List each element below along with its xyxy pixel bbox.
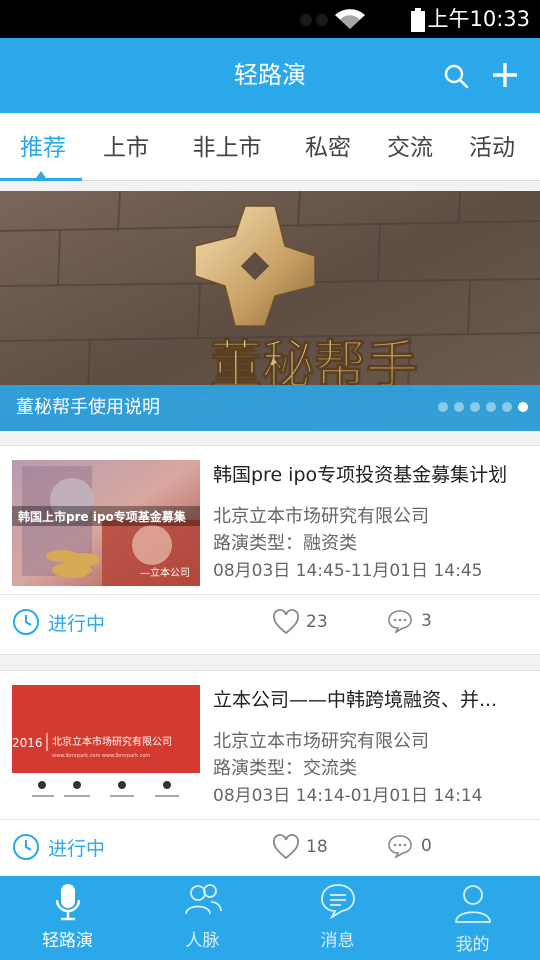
tab-exchange[interactable]: 交流: [370, 113, 450, 181]
nav-roadshow[interactable]: 轻路演: [0, 876, 135, 960]
thumb-year: 2016: [12, 736, 43, 750]
carousel-dot[interactable]: [470, 402, 480, 412]
tab-caret: [36, 171, 46, 178]
category-tabs: 推荐 上市 非上市 私密 交流 活动: [0, 113, 540, 181]
like-count: 18: [306, 837, 328, 857]
clock-icon: [13, 609, 39, 635]
tab-unlisted[interactable]: 非上市: [180, 113, 274, 181]
like-button[interactable]: 18: [272, 834, 328, 860]
card-company: 北京立本市场研究有限公司: [213, 731, 429, 752]
card-thumbnail: 韩国上市pre ipo专项基金募集 —立本公司: [12, 460, 200, 586]
user-icon: [454, 885, 491, 923]
tab-listed[interactable]: 上市: [86, 113, 166, 181]
carousel-dot[interactable]: [502, 402, 512, 412]
wifi-icon: [335, 9, 365, 29]
comment-icon: [388, 610, 412, 633]
status-time: 上午10:33: [427, 7, 530, 31]
card-time: 08月03日 14:45-11月01日 14:45: [213, 561, 483, 581]
card-title[interactable]: 韩国pre ipo专项投资基金募集计划: [213, 460, 533, 490]
thumb-caption: 北京立本市场研究有限公司: [52, 735, 172, 748]
card-type: 路演类型：交流类: [213, 758, 357, 779]
heart-icon: [273, 609, 299, 635]
carousel-dot[interactable]: [454, 402, 464, 412]
card-thumbnail: 2016 北京立本市场研究有限公司 www.lbmrpark.com www.l…: [12, 685, 200, 811]
message-icon: [320, 884, 355, 920]
add-icon[interactable]: [491, 61, 519, 89]
nav-label: 轻路演: [42, 931, 93, 951]
microphone-icon: [55, 884, 80, 921]
nav-label: 消息: [320, 931, 355, 951]
tab-private[interactable]: 私密: [288, 113, 368, 181]
divider: [0, 594, 540, 595]
nav-contacts[interactable]: 人脉: [135, 876, 270, 960]
comment-count: 3: [421, 611, 432, 631]
card-title[interactable]: 立本公司——中韩跨境融资、并...: [213, 685, 533, 715]
like-count: 23: [306, 612, 328, 632]
nav-label: 人脉: [185, 931, 220, 951]
banner-caption: 董秘帮手使用说明: [16, 397, 160, 418]
carousel-dot[interactable]: [438, 402, 448, 412]
comment-button[interactable]: 3: [387, 609, 432, 633]
carousel-indicator: [438, 402, 528, 412]
tab-indicator: [0, 178, 82, 181]
roadshow-card[interactable]: 2016 北京立本市场研究有限公司 www.lbmrpark.com www.l…: [0, 670, 540, 876]
roadshow-card[interactable]: 韩国上市pre ipo专项基金募集 —立本公司 韩国pre ipo专项投资基金募…: [0, 445, 540, 655]
banner-caption-bar: 董秘帮手使用说明: [0, 385, 540, 431]
bottom-navigation: 轻路演 人脉 消息 我的: [0, 876, 540, 960]
heart-icon: [273, 834, 299, 860]
thumb-caption: 韩国上市pre ipo专项基金募集: [18, 509, 187, 524]
people-icon: [184, 884, 222, 915]
app-header: 轻路演: [0, 38, 540, 113]
clock-icon: [13, 834, 39, 860]
nav-label: 我的: [455, 935, 490, 955]
banner-carousel[interactable]: 董秘帮手 董秘帮手使用说明: [0, 191, 540, 431]
comment-icon: [388, 835, 412, 858]
status-text: 进行中: [48, 612, 106, 635]
card-status: 进行中: [12, 831, 105, 863]
comment-count: 0: [421, 836, 432, 856]
search-icon[interactable]: [443, 63, 469, 89]
thumb-subcaption: —立本公司: [140, 566, 190, 579]
thumb-url: www.lbmrpark.com www.lbmrpark.com: [52, 753, 150, 759]
like-button[interactable]: 23: [272, 609, 328, 635]
carousel-dot-active[interactable]: [518, 402, 528, 412]
comment-button[interactable]: 0: [387, 834, 432, 858]
card-company: 北京立本市场研究有限公司: [213, 506, 429, 527]
card-time: 08月03日 14:14-01月01日 14:14: [213, 786, 483, 806]
nav-profile[interactable]: 我的: [405, 876, 540, 960]
battery-icon: [411, 8, 425, 32]
tab-events[interactable]: 活动: [452, 113, 532, 181]
nav-messages[interactable]: 消息: [270, 876, 405, 960]
carousel-dot[interactable]: [486, 402, 496, 412]
divider: [0, 819, 540, 820]
card-status: 进行中: [12, 606, 105, 638]
status-bar: 上午10:33: [0, 0, 540, 38]
status-text: 进行中: [48, 837, 106, 860]
card-type: 路演类型：融资类: [213, 533, 357, 554]
notification-dots-icon: [300, 14, 328, 26]
